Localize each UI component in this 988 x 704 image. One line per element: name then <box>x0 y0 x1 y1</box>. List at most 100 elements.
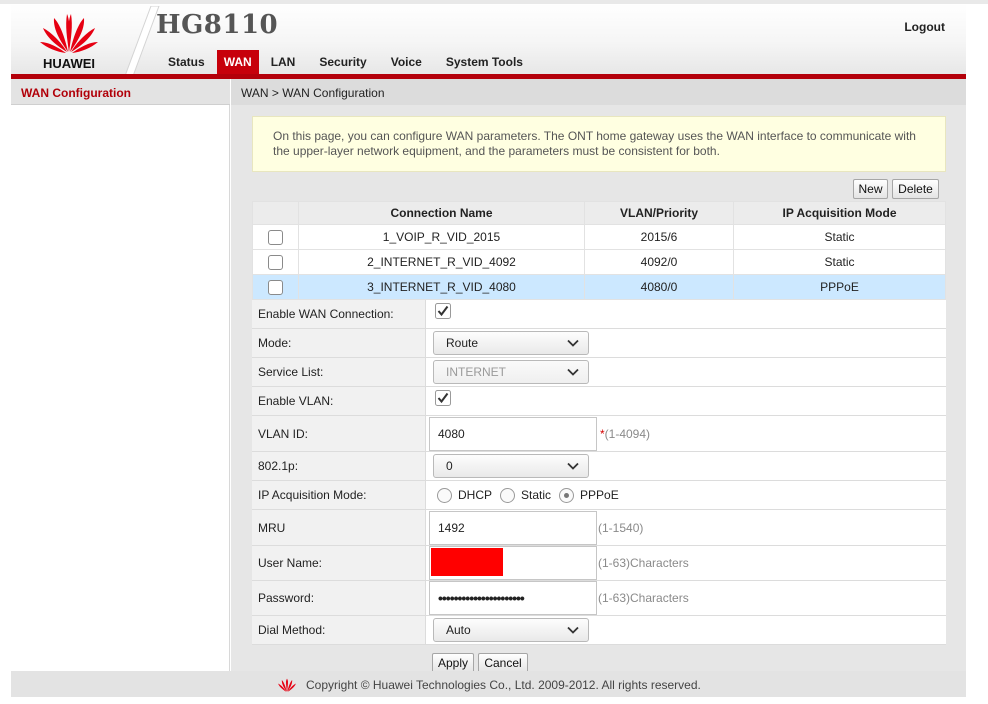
enable-vlan-checkbox[interactable] <box>435 390 451 406</box>
form-row-ip-mode: IP Acquisition Mode: DHCP Static PPPoE <box>252 481 946 510</box>
mode-label: Mode: <box>252 329 426 357</box>
apply-button[interactable]: Apply <box>432 653 474 673</box>
row-checkbox[interactable] <box>268 254 283 270</box>
dial-method-label: Dial Method: <box>252 616 426 644</box>
huawei-footer-logo-icon <box>278 678 296 692</box>
header: HUAWEI HG8110 Logout Status WAN LAN Secu… <box>11 4 966 76</box>
logout-link[interactable]: Logout <box>904 20 945 34</box>
chevron-down-icon <box>567 368 579 376</box>
ip-mode-cell: Static <box>733 249 946 275</box>
enable-wan-checkbox[interactable] <box>435 303 451 319</box>
form-row-enable-vlan: Enable VLAN: <box>252 387 946 416</box>
redacted-username <box>431 548 503 576</box>
connection-name-cell: 3_INTERNET_R_VID_4080 <box>298 274 585 300</box>
column-header-ip-mode: IP Acquisition Mode <box>733 201 946 225</box>
delete-button[interactable]: Delete <box>892 179 939 199</box>
dhcp-radio-label: DHCP <box>458 488 493 502</box>
ip-mode-dhcp-option[interactable]: DHCP <box>437 487 493 503</box>
tab-wan[interactable]: WAN <box>216 50 259 76</box>
8021p-label: 802.1p: <box>252 452 426 480</box>
dial-method-value: Auto <box>446 623 471 637</box>
password-hint: (1-63)Characters <box>598 591 689 605</box>
service-list-select: INTERNET <box>433 360 589 384</box>
pppoe-radio[interactable] <box>559 487 575 503</box>
form-row-enable-wan: Enable WAN Connection: <box>252 300 946 329</box>
username-label: User Name: <box>252 546 426 580</box>
form-row-8021p: 802.1p: 0 <box>252 452 946 481</box>
service-list-label: Service List: <box>252 358 426 386</box>
static-radio[interactable] <box>500 487 516 503</box>
vlan-id-label: VLAN ID: <box>252 416 426 451</box>
enable-vlan-label: Enable VLAN: <box>252 387 426 415</box>
ip-mode-pppoe-option[interactable]: PPPoE <box>559 487 619 503</box>
sidebar-item-wan-configuration[interactable]: WAN Configuration <box>11 79 230 105</box>
connection-name-cell: 1_VOIP_R_VID_2015 <box>298 224 585 250</box>
form-row-mode: Mode: Route <box>252 329 946 358</box>
ip-mode-cell: PPPoE <box>733 274 946 300</box>
row-select-cell <box>252 249 299 275</box>
ip-mode-label: IP Acquisition Mode: <box>252 481 426 509</box>
dhcp-radio[interactable] <box>437 487 452 503</box>
enable-wan-label: Enable WAN Connection: <box>252 300 426 328</box>
main-nav: Status WAN LAN Security Voice System Too… <box>156 50 535 76</box>
mru-hint: (1-1540) <box>598 520 644 535</box>
dial-method-select[interactable]: Auto <box>433 618 589 642</box>
8021p-select-value: 0 <box>446 459 453 473</box>
mru-input[interactable]: 1492 <box>429 510 597 545</box>
username-hint: (1-63)Characters <box>598 556 689 570</box>
cancel-button[interactable]: Cancel <box>478 653 528 673</box>
chevron-down-icon <box>567 626 579 634</box>
sidebar-item-label: WAN Configuration <box>21 86 131 100</box>
connection-table: Connection Name VLAN/Priority IP Acquisi… <box>252 201 946 300</box>
wan-config-form: Enable WAN Connection: Mode: Route Servi… <box>252 300 946 673</box>
username-input[interactable] <box>429 546 597 580</box>
password-label: Password: <box>252 581 426 615</box>
chevron-down-icon <box>567 462 579 470</box>
form-row-vlan-id: VLAN ID: 4080 * (1-4094) <box>252 416 946 452</box>
huawei-petals-icon <box>40 14 98 53</box>
mru-label: MRU <box>252 510 426 545</box>
sidebar <box>11 105 230 671</box>
ip-mode-static-option[interactable]: Static <box>500 487 552 503</box>
mode-select[interactable]: Route <box>433 331 589 355</box>
column-header-connection-name: Connection Name <box>298 201 585 225</box>
tab-security[interactable]: Security <box>307 50 378 76</box>
vlan-id-hint: (1-4094) <box>604 426 651 441</box>
row-checkbox[interactable] <box>268 229 283 245</box>
table-row[interactable]: 1_VOIP_R_VID_2015 2015/6 Static <box>252 224 946 250</box>
8021p-select[interactable]: 0 <box>433 454 589 478</box>
form-row-service-list: Service List: INTERNET <box>252 358 946 387</box>
form-row-password: Password: •••••••••••••••••••••• (1-63)C… <box>252 581 946 616</box>
service-list-value: INTERNET <box>446 365 506 379</box>
footer: Copyright © Huawei Technologies Co., Ltd… <box>11 671 966 697</box>
vlan-priority-cell: 2015/6 <box>584 224 734 250</box>
vlan-priority-cell: 4092/0 <box>584 249 734 275</box>
form-row-username: User Name: (1-63)Characters <box>252 546 946 581</box>
tab-lan[interactable]: LAN <box>259 50 308 76</box>
table-row[interactable]: 2_INTERNET_R_VID_4092 4092/0 Static <box>252 249 946 275</box>
form-actions: Apply Cancel <box>252 645 946 673</box>
tab-status[interactable]: Status <box>156 50 217 76</box>
model-title: HG8110 <box>156 10 279 40</box>
table-row-selected[interactable]: 3_INTERNET_R_VID_4080 4080/0 PPPoE <box>252 274 946 300</box>
copyright-text: Copyright © Huawei Technologies Co., Ltd… <box>306 678 701 692</box>
breadcrumb-text: WAN > WAN Configuration <box>241 86 385 100</box>
new-button[interactable]: New <box>853 179 888 199</box>
huawei-logo: HUAWEI <box>37 8 101 74</box>
row-select-cell <box>252 274 299 300</box>
tab-system-tools[interactable]: System Tools <box>434 50 535 76</box>
ip-mode-cell: Static <box>733 224 946 250</box>
breadcrumb: WAN > WAN Configuration <box>231 79 966 105</box>
column-header-vlan-priority: VLAN/Priority <box>584 201 734 225</box>
vlan-id-input[interactable]: 4080 <box>429 416 597 451</box>
select-column-header <box>252 201 299 225</box>
static-radio-label: Static <box>521 488 552 502</box>
row-select-cell <box>252 224 299 250</box>
info-notice: On this page, you can configure WAN para… <box>252 116 946 172</box>
mode-select-value: Route <box>446 336 479 350</box>
row-checkbox[interactable] <box>268 279 283 295</box>
password-input[interactable]: •••••••••••••••••••••• <box>429 581 597 615</box>
chevron-down-icon <box>567 339 579 347</box>
tab-voice[interactable]: Voice <box>379 50 434 76</box>
form-row-mru: MRU 1492 (1-1540) <box>252 510 946 546</box>
